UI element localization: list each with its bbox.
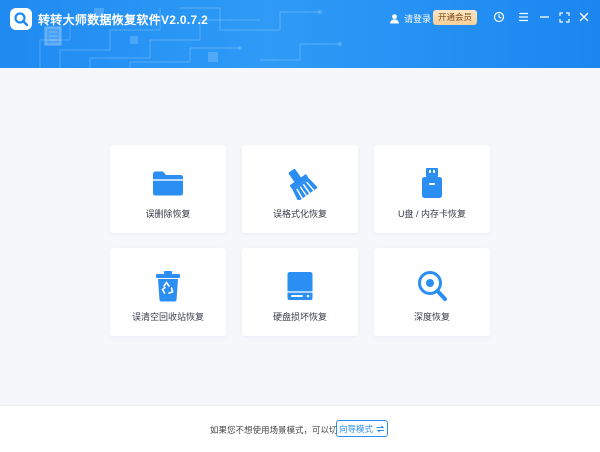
q-magnifier-icon: [14, 12, 29, 27]
user-icon: [390, 13, 399, 24]
folder-icon: [153, 171, 183, 196]
menu-icon: [518, 12, 528, 22]
menu-button[interactable]: [516, 10, 530, 24]
login-button[interactable]: 请登录: [389, 10, 431, 26]
refresh-icon: [493, 11, 505, 23]
card-format-recovery[interactable]: 误格式化恢复: [242, 145, 358, 233]
wizard-mode-button[interactable]: 向导模式: [336, 420, 388, 437]
card-label: 误清空回收站恢复: [131, 312, 204, 322]
card-deleted-recovery[interactable]: 误删除恢复: [110, 145, 226, 233]
hard-disk-icon: [287, 272, 313, 300]
card-label: 误删除恢复: [145, 209, 191, 219]
card-deep-recovery[interactable]: 深度恢复: [374, 248, 490, 336]
card-label: 深度恢复: [413, 312, 450, 322]
close-button[interactable]: [577, 10, 591, 24]
card-label: 误格式化恢复: [272, 209, 327, 219]
title-bar: 转转大师数据恢复软件V2.0.7.2 请登录 开通会员: [0, 0, 600, 68]
card-label: 硬盘损坏恢复: [272, 312, 327, 322]
footer-hint: 如果您不想使用场景模式，可以切换至: [210, 425, 355, 435]
vip-button[interactable]: 开通会员: [433, 10, 477, 25]
app-logo: [10, 8, 32, 30]
wizard-mode-label: 向导模式: [338, 423, 373, 434]
broom-icon: [288, 169, 317, 200]
login-label: 请登录: [404, 13, 432, 24]
card-label: U盘 / 内存卡恢复: [397, 209, 466, 219]
maximize-button[interactable]: [557, 10, 571, 24]
card-usb-recovery[interactable]: U盘 / 内存卡恢复: [374, 145, 490, 233]
deep-scan-icon: [418, 271, 447, 301]
refresh-button[interactable]: [492, 10, 506, 24]
app-title: 转转大师数据恢复软件V2.0.7.2: [38, 13, 209, 27]
close-icon: [579, 12, 589, 22]
footer-bar: 如果您不想使用场景模式，可以切换至 向导模式: [0, 405, 600, 452]
minimize-icon: [539, 16, 549, 18]
minimize-button[interactable]: [537, 10, 551, 24]
recycle-bin-icon: [156, 271, 180, 302]
usb-drive-icon: [422, 168, 442, 198]
card-recycle-bin-recovery[interactable]: 误清空回收站恢复: [110, 248, 226, 336]
maximize-icon: [558, 11, 570, 23]
switch-icon: [376, 425, 385, 432]
card-disk-damage-recovery[interactable]: 硬盘损坏恢复: [242, 248, 358, 336]
